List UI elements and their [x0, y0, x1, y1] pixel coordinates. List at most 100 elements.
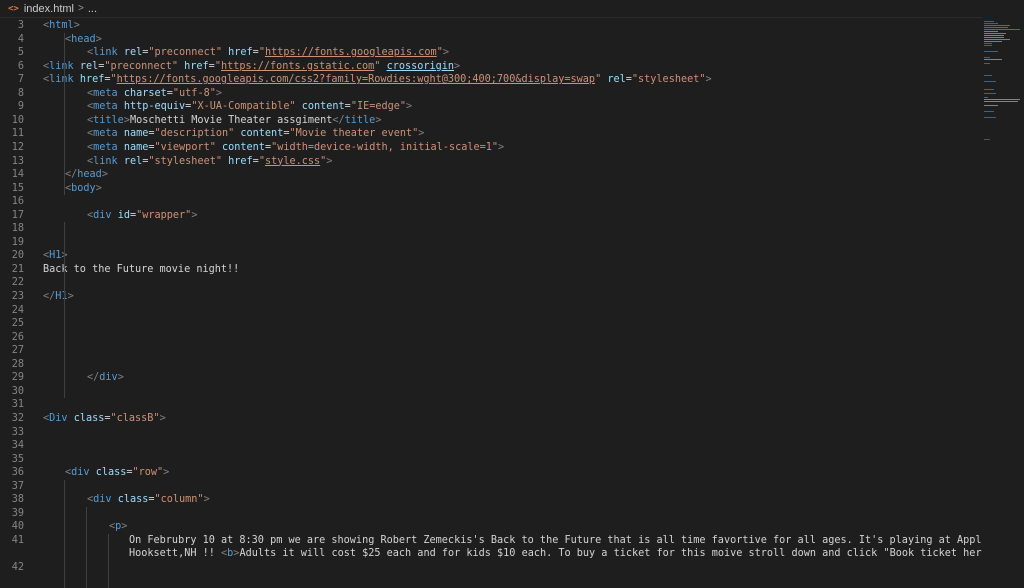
- code-token: content: [240, 128, 284, 140]
- code-editor[interactable]: 3 <html> 4 <head> 5 <link rel="preconnect" hr…: [0, 19, 1024, 588]
- code-line[interactable]: 28: [0, 358, 980, 372]
- code-line[interactable]: 23 </H1>: [0, 290, 980, 304]
- code-line[interactable]: 11 <meta name="description" content="Movi…: [0, 127, 980, 141]
- code-line[interactable]: 25: [0, 317, 980, 331]
- code-token: >: [498, 141, 505, 153]
- line-number: 27: [11, 345, 24, 357]
- code-token: >: [326, 155, 333, 167]
- code-line[interactable]: 35: [0, 453, 980, 467]
- code-line[interactable]: 7 <link href="https://fonts.googleapis.co…: [0, 73, 980, 87]
- code-line[interactable]: 41 On Februbry 10 at 8:30 pm we are showi…: [0, 534, 1024, 548]
- code-line[interactable]: 20<H1>: [0, 249, 980, 263]
- code-line[interactable]: 17 <div id="wrapper">: [0, 209, 980, 223]
- code-line[interactable]: 39: [0, 507, 980, 521]
- line-number: 14: [11, 169, 24, 181]
- code-token: >: [705, 74, 712, 86]
- line-number: 5: [17, 47, 24, 59]
- code-token: "description": [154, 128, 235, 140]
- code-line[interactable]: 40 <p>: [0, 520, 980, 534]
- code-line[interactable]: 13 <link rel="stylesheet" href="style.css…: [0, 155, 980, 169]
- breadcrumb: <> index.html > ...: [0, 0, 1024, 18]
- line-number: 23: [11, 291, 24, 302]
- minimap-line: [984, 45, 992, 46]
- code-token: rel: [607, 74, 626, 86]
- code-token: "preconnect": [104, 60, 178, 72]
- code-line[interactable]: 22: [0, 276, 980, 290]
- line-number: 18: [11, 223, 24, 235]
- code-line[interactable]: 24: [0, 304, 980, 318]
- minimap[interactable]: [982, 17, 1024, 571]
- code-line[interactable]: 31: [0, 398, 980, 412]
- code-token: div: [71, 467, 90, 479]
- line-number: 9: [17, 101, 24, 113]
- code-token: rel: [123, 155, 143, 167]
- line-number: 31: [11, 399, 24, 411]
- code-line[interactable]: 18: [0, 222, 980, 236]
- code-line[interactable]: 19: [0, 236, 980, 250]
- code-token: "utf-8": [172, 87, 216, 99]
- code-line[interactable]: 10 <title>Moschetti Movie Theater assgime…: [0, 114, 980, 128]
- code-token: </: [332, 114, 345, 126]
- code-line[interactable]: 36 <div class="row">: [0, 466, 980, 480]
- code-line[interactable]: 6 <link rel="preconnect" href="https://fo…: [0, 60, 980, 74]
- code-text: <meta http-equiv="X-UA-Compatible" conte…: [87, 100, 412, 114]
- code-token: div: [93, 494, 112, 506]
- minimap-line: [984, 41, 1002, 42]
- code-token: body: [71, 182, 96, 194]
- code-text: <html>: [43, 19, 80, 33]
- code-line[interactable]: 34: [0, 439, 980, 453]
- code-token: class: [73, 412, 105, 424]
- minimap-line: [984, 23, 998, 24]
- code-token: >: [117, 372, 124, 384]
- minimap-line: [984, 117, 996, 118]
- code-text: <link rel="preconnect" href="https://fon…: [87, 46, 449, 60]
- code-token: >: [73, 20, 80, 31]
- code-line[interactable]: 5 <link rel="preconnect" href="https://fo…: [0, 46, 980, 60]
- code-line[interactable]: 15 <body>: [0, 182, 980, 196]
- code-line[interactable]: 14 </head>: [0, 168, 980, 182]
- code-line[interactable]: 29 </div>: [0, 371, 980, 385]
- line-number: 30: [11, 385, 24, 397]
- code-token: style.css: [264, 155, 321, 167]
- line-number: 28: [11, 358, 24, 370]
- minimap-line: [984, 111, 994, 112]
- code-token: div: [93, 209, 112, 221]
- code-token: >: [442, 47, 449, 59]
- code-line[interactable]: 33: [0, 426, 980, 440]
- chevron-right-icon: >: [77, 3, 84, 14]
- code-line[interactable]: 42: [0, 561, 980, 575]
- code-token: Hooksett,NH !!: [129, 548, 222, 560]
- code-line[interactable]: 4 <head>: [0, 33, 980, 47]
- code-token: "X-UA-Compatible": [191, 101, 296, 113]
- minimap-line: [984, 29, 1020, 30]
- line-number: 17: [11, 209, 24, 221]
- minimap-line: [984, 21, 994, 22]
- code-line[interactable]: 32 <Div class="classB">: [0, 412, 980, 426]
- code-line[interactable]: 27: [0, 344, 980, 358]
- code-token: meta: [93, 101, 118, 113]
- line-number: 20: [11, 250, 24, 262]
- code-line[interactable]: 26: [0, 331, 980, 345]
- code-line[interactable]: 21 Back to the Future movie night!!: [0, 263, 980, 277]
- line-number: 16: [11, 196, 24, 208]
- code-token: >: [163, 467, 170, 479]
- code-token: "preconnect": [148, 47, 222, 59]
- code-line[interactable]: 3 <html>: [0, 19, 980, 33]
- code-token: H1: [49, 250, 62, 262]
- code-line[interactable]: 37: [0, 480, 980, 494]
- minimap-line: [984, 89, 994, 90]
- code-token: id: [117, 209, 130, 221]
- code-line[interactable]: 9 <meta http-equiv="X-UA-Compatible" cont…: [0, 100, 980, 114]
- breadcrumb-file[interactable]: index.html: [24, 3, 74, 15]
- code-token: "stylesheet": [148, 155, 222, 167]
- code-text: <div class="column">: [87, 493, 210, 507]
- code-line[interactable]: 30: [0, 385, 980, 399]
- code-line[interactable]: 12 <meta name="viewport" content="width=d…: [0, 141, 980, 155]
- code-line[interactable]: 38 <div class="column">: [0, 493, 980, 507]
- code-line[interactable]: Hooksett,NH !! <b>Adults it will cost $2…: [0, 547, 1018, 561]
- code-line[interactable]: 8 <meta charset="utf-8">: [0, 87, 980, 101]
- code-token: >: [454, 60, 461, 72]
- breadcrumb-more[interactable]: ...: [88, 3, 97, 15]
- code-token: </: [43, 291, 56, 302]
- code-line[interactable]: 16: [0, 195, 980, 209]
